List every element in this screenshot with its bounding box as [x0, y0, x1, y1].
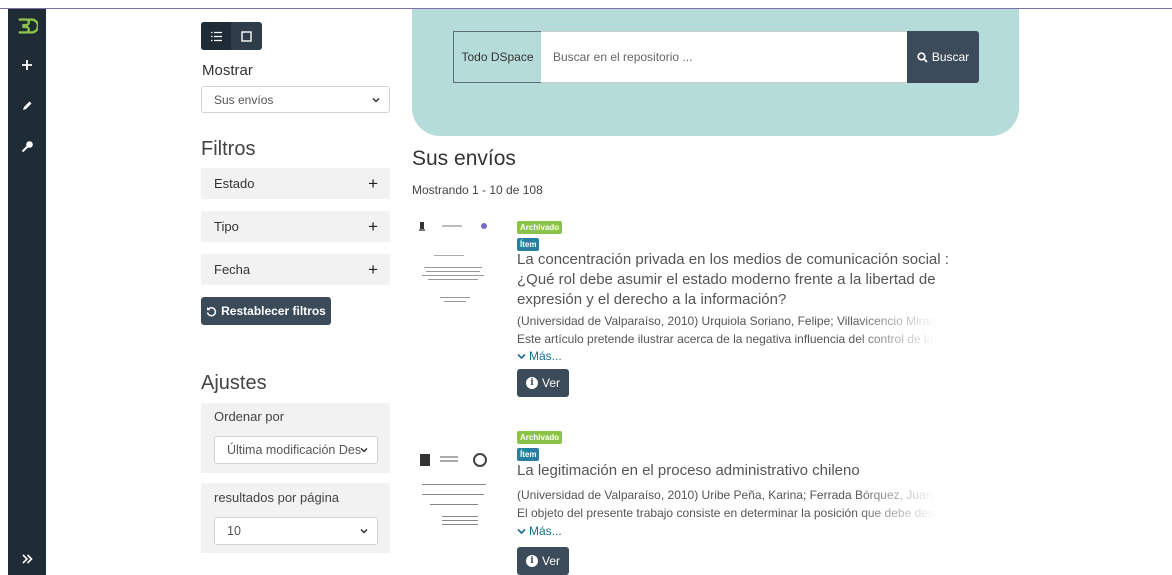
page-title: Sus envíos [412, 147, 516, 170]
filter-label: Estado [214, 176, 255, 191]
result-authors: (Universidad de Valparaíso, 2010) Uribe … [517, 488, 937, 502]
rpp-label: resultados por página [214, 490, 340, 505]
reset-filters-label: Restablecer filtros [221, 304, 326, 318]
chevron-down-icon [372, 97, 380, 103]
settings-heading: Ajustes [201, 372, 267, 394]
reset-filters-button[interactable]: Restablecer filtros [201, 297, 331, 325]
type-badge: Ítem [517, 448, 540, 461]
search-scope-label: Todo DSpace [461, 50, 534, 64]
filter-label: Fecha [214, 262, 251, 277]
show-label: Mostrar [202, 62, 253, 79]
filter-tipo[interactable]: Tipo + [201, 211, 390, 242]
search-placeholder: Buscar en el repositorio ... [553, 50, 693, 64]
view-mode-toggle [201, 22, 262, 50]
show-more-label: Más... [529, 349, 562, 363]
search-input[interactable]: Buscar en el repositorio ... [541, 31, 908, 83]
chevron-down-icon [517, 353, 526, 359]
key-icon[interactable] [8, 131, 46, 161]
expand-icon[interactable] [8, 544, 46, 574]
sort-select[interactable]: Última modificación Des [214, 436, 378, 464]
sort-select-value: Última modificación Des [227, 443, 362, 457]
top-border [0, 0, 1172, 9]
rpp-select[interactable]: 10 [214, 517, 378, 545]
dspace-logo-icon[interactable] [8, 11, 46, 41]
result-abstract: Este artículo pretende ilustrar acerca d… [517, 332, 934, 346]
search-button[interactable]: Buscar [907, 31, 979, 83]
info-icon: i [525, 377, 538, 389]
result-title[interactable]: La concentración privada en los medios d… [517, 250, 977, 310]
view-button-label: Ver [541, 376, 560, 390]
list-view-icon[interactable] [201, 22, 231, 50]
plus-icon[interactable] [8, 50, 46, 80]
results-count: Mostrando 1 - 10 de 108 [412, 183, 543, 197]
filter-fecha[interactable]: Fecha + [201, 254, 390, 285]
plus-icon[interactable]: + [368, 217, 378, 237]
document-thumbnail-icon [420, 453, 487, 525]
view-button[interactable]: i Ver [517, 369, 569, 397]
search-scope-button[interactable]: Todo DSpace [453, 31, 542, 83]
result-thumbnail[interactable] [412, 217, 496, 321]
undo-icon [206, 306, 217, 316]
show-more-link[interactable]: Más... [517, 349, 562, 363]
filter-label: Tipo [214, 219, 239, 234]
document-thumbnail-icon [419, 222, 487, 302]
chevron-down-icon [360, 447, 368, 453]
chevron-down-icon [517, 528, 526, 534]
result-authors: (Universidad de Valparaíso, 2010) Urquio… [517, 314, 937, 328]
result-thumbnail[interactable] [412, 446, 496, 546]
plus-icon[interactable]: + [368, 174, 378, 194]
show-select[interactable]: Sus envíos [201, 86, 390, 113]
chevron-down-icon [360, 528, 368, 534]
search-button-label: Buscar [931, 50, 970, 64]
filter-estado[interactable]: Estado + [201, 168, 390, 199]
search-icon [917, 51, 928, 63]
status-badge: Archivado [517, 431, 563, 444]
result-title[interactable]: La legitimación en el proceso administra… [517, 461, 977, 481]
info-icon: i [525, 555, 538, 567]
sort-label: Ordenar por [214, 409, 285, 424]
view-button[interactable]: i Ver [517, 547, 569, 575]
view-button-label: Ver [541, 554, 560, 568]
grid-view-icon[interactable] [231, 22, 261, 50]
filters-heading: Filtros [201, 138, 256, 160]
show-select-value: Sus envíos [214, 92, 274, 107]
result-abstract: El objeto del presente trabajo consiste … [517, 506, 937, 520]
plus-icon[interactable]: + [368, 260, 378, 280]
show-more-link[interactable]: Más... [517, 524, 562, 538]
pencil-icon[interactable] [8, 91, 46, 121]
rpp-select-value: 10 [227, 524, 241, 538]
status-badge: Archivado [517, 221, 563, 234]
admin-sidebar [8, 9, 46, 575]
show-more-label: Más... [529, 524, 562, 538]
